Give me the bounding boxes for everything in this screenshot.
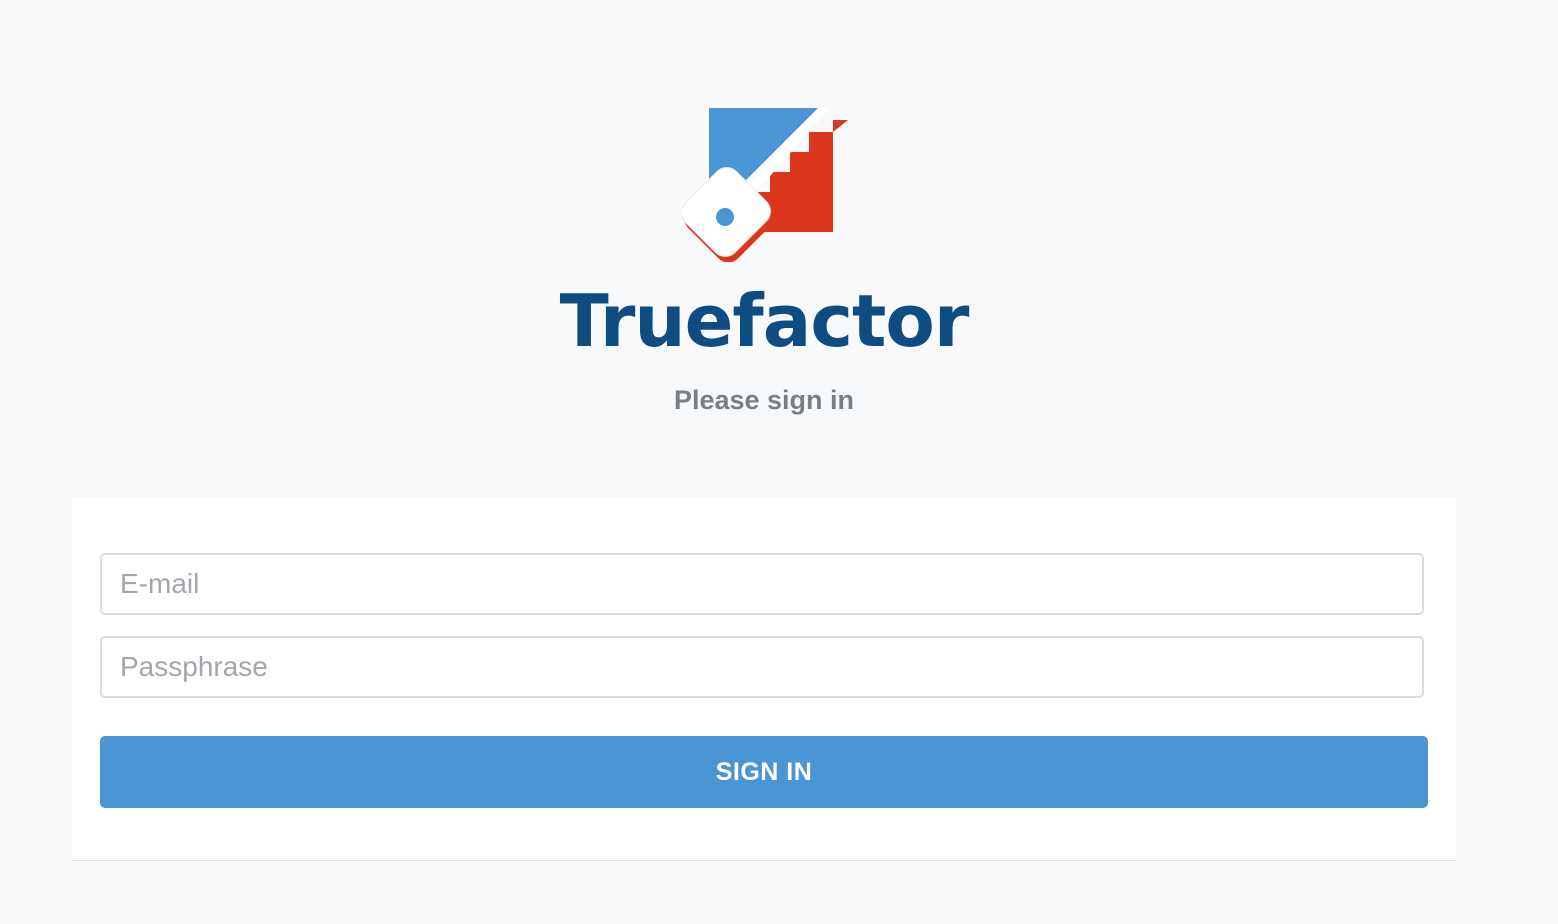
sign-in-page: Truefactor Please sign in SIGN IN: [0, 0, 1558, 924]
email-field[interactable]: [100, 553, 1424, 615]
truefactor-logo-icon: [682, 108, 848, 262]
passphrase-field[interactable]: [100, 636, 1424, 698]
sign-in-button[interactable]: SIGN IN: [100, 736, 1428, 808]
sign-in-form: SIGN IN: [72, 498, 1456, 861]
brand-name: Truefactor: [559, 279, 970, 363]
page-subtitle: Please sign in: [673, 385, 855, 415]
